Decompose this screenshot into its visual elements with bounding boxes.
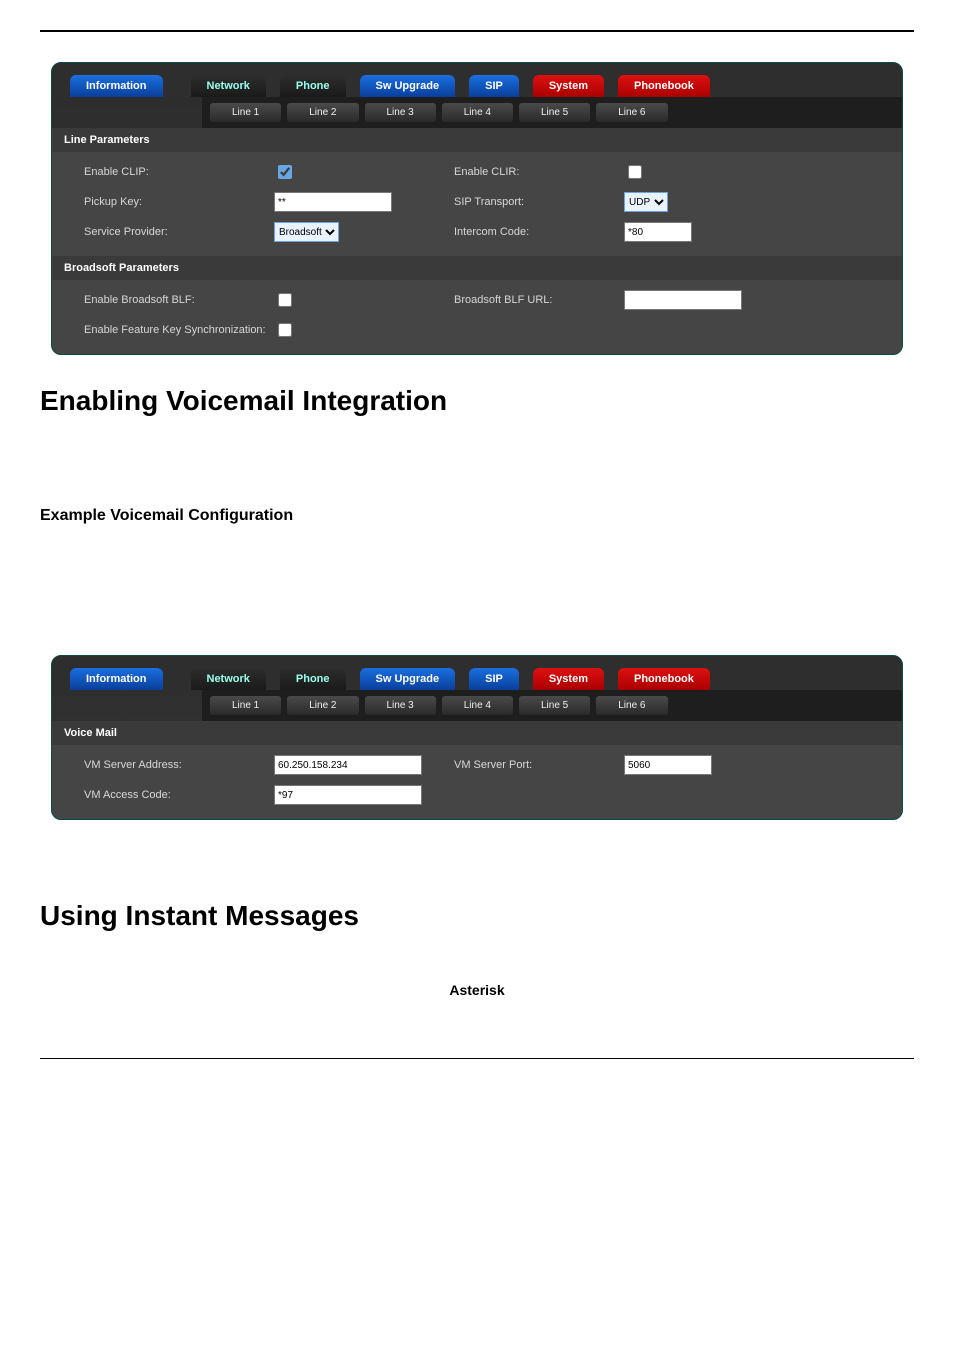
select-sip-transport[interactable]: UDP xyxy=(624,192,668,212)
subtab-line2[interactable]: Line 2 xyxy=(287,103,358,122)
heading-enabling-voicemail: Enabling Voicemail Integration xyxy=(40,385,914,417)
heading-using-instant-messages: Using Instant Messages xyxy=(40,900,914,932)
label-enable-broadsoft-blf: Enable Broadsoft BLF: xyxy=(84,294,274,306)
subtab2-line4[interactable]: Line 4 xyxy=(442,696,513,715)
tab-network-2[interactable]: Network xyxy=(191,668,266,690)
tab-phone[interactable]: Phone xyxy=(280,75,346,97)
tab-swupgrade-2[interactable]: Sw Upgrade xyxy=(360,668,456,690)
subtab-line1[interactable]: Line 1 xyxy=(210,103,281,122)
label-sip-transport: SIP Transport: xyxy=(454,196,624,208)
line-parameters-panel: Information Network Phone Sw Upgrade SIP… xyxy=(51,62,903,355)
label-service-provider: Service Provider: xyxy=(84,226,274,238)
tab-network[interactable]: Network xyxy=(191,75,266,97)
checkbox-enable-broadsoft-blf[interactable] xyxy=(278,293,292,307)
input-vm-server-port[interactable] xyxy=(624,755,712,775)
checkbox-enable-clir[interactable] xyxy=(628,165,642,179)
subtab-line3[interactable]: Line 3 xyxy=(365,103,436,122)
voicemail-panel: Information Network Phone Sw Upgrade SIP… xyxy=(51,655,903,820)
subtab2-line6[interactable]: Line 6 xyxy=(596,696,667,715)
line-subtabs: Line 1 Line 2 Line 3 Line 4 Line 5 Line … xyxy=(202,97,902,128)
label-pickup-key: Pickup Key: xyxy=(84,196,274,208)
input-pickup-key[interactable] xyxy=(274,192,392,212)
line-subtabs-2: Line 1 Line 2 Line 3 Line 4 Line 5 Line … xyxy=(202,690,902,721)
subtab2-line1[interactable]: Line 1 xyxy=(210,696,281,715)
input-broadsoft-blf-url[interactable] xyxy=(624,290,742,310)
tab-sip[interactable]: SIP xyxy=(469,75,519,97)
tab-phone-2[interactable]: Phone xyxy=(280,668,346,690)
subtab2-line3[interactable]: Line 3 xyxy=(365,696,436,715)
subtab-line4[interactable]: Line 4 xyxy=(442,103,513,122)
checkbox-enable-fks[interactable] xyxy=(278,323,292,337)
page-top-rule xyxy=(40,30,914,32)
label-enable-fks: Enable Feature Key Synchronization: xyxy=(84,324,274,336)
text-asterisk: Asterisk xyxy=(40,982,914,998)
subtab2-line5[interactable]: Line 5 xyxy=(519,696,590,715)
page-bottom-rule xyxy=(40,1058,914,1059)
subtab-line6[interactable]: Line 6 xyxy=(596,103,667,122)
label-vm-server-port: VM Server Port: xyxy=(454,759,624,771)
line-parameters-heading: Line Parameters xyxy=(52,128,902,152)
input-vm-server-address[interactable] xyxy=(274,755,422,775)
heading-example-voicemail-config: Example Voicemail Configuration xyxy=(40,507,914,525)
tab-information[interactable]: Information xyxy=(70,75,163,97)
main-tabbar-2: Information Network Phone Sw Upgrade SIP… xyxy=(52,656,902,690)
tab-sip-2[interactable]: SIP xyxy=(469,668,519,690)
broadsoft-parameters-heading: Broadsoft Parameters xyxy=(52,256,902,280)
subtab-line5[interactable]: Line 5 xyxy=(519,103,590,122)
tab-swupgrade[interactable]: Sw Upgrade xyxy=(360,75,456,97)
label-vm-access-code: VM Access Code: xyxy=(84,789,274,801)
label-broadsoft-blf-url: Broadsoft BLF URL: xyxy=(454,294,624,306)
input-intercom-code[interactable] xyxy=(624,222,692,242)
select-service-provider[interactable]: Broadsoft xyxy=(274,222,339,242)
voicemail-form: VM Server Address: VM Server Port: VM Ac… xyxy=(52,745,902,819)
line-parameters-form: Enable CLIP: Enable CLIR: Pickup Key: SI… xyxy=(52,152,902,256)
voicemail-heading: Voice Mail xyxy=(52,721,902,745)
tab-phonebook-2[interactable]: Phonebook xyxy=(618,668,710,690)
label-enable-clip: Enable CLIP: xyxy=(84,166,274,178)
subtab2-line2[interactable]: Line 2 xyxy=(287,696,358,715)
label-enable-clir: Enable CLIR: xyxy=(454,166,624,178)
main-tabbar: Information Network Phone Sw Upgrade SIP… xyxy=(52,63,902,97)
tab-system[interactable]: System xyxy=(533,75,604,97)
input-vm-access-code[interactable] xyxy=(274,785,422,805)
label-vm-server-address: VM Server Address: xyxy=(84,759,274,771)
checkbox-enable-clip[interactable] xyxy=(278,165,292,179)
broadsoft-parameters-form: Enable Broadsoft BLF: Broadsoft BLF URL:… xyxy=(52,280,902,354)
tab-system-2[interactable]: System xyxy=(533,668,604,690)
label-intercom-code: Intercom Code: xyxy=(454,226,624,238)
tab-information-2[interactable]: Information xyxy=(70,668,163,690)
tab-phonebook[interactable]: Phonebook xyxy=(618,75,710,97)
